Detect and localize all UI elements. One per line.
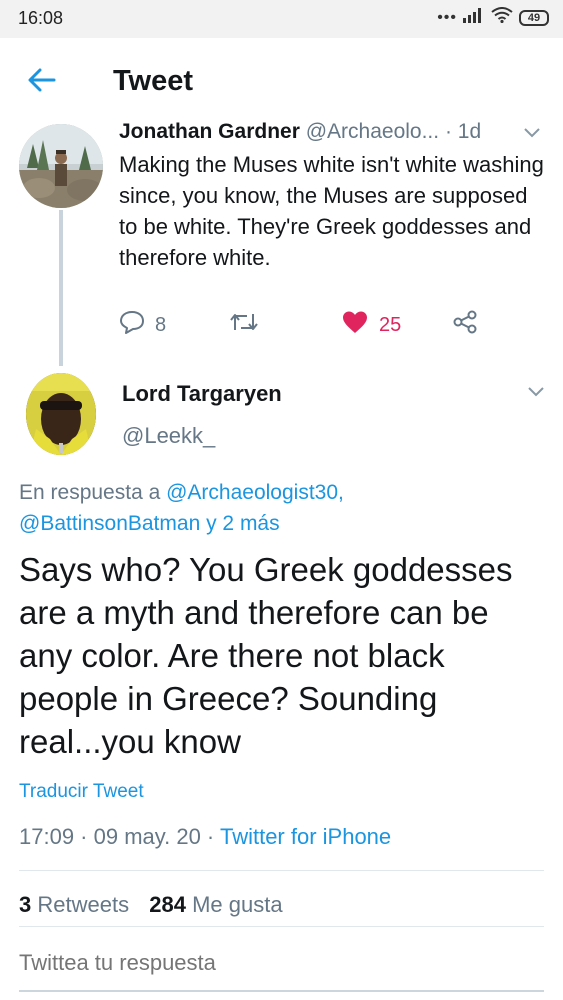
like-button[interactable]: 25 — [341, 310, 401, 340]
parent-tweet[interactable]: Jonathan Gardner @Archaeolo... · 1d Maki… — [0, 114, 563, 374]
tweet-stats: 3 Retweets 284 Me gusta — [19, 892, 283, 918]
reply-underline — [19, 990, 544, 992]
chevron-down-icon[interactable] — [527, 385, 545, 403]
signal-icon — [463, 7, 485, 28]
retweet-button[interactable] — [229, 310, 259, 340]
tweet-text: Making the Muses white isn't white washi… — [119, 152, 544, 270]
status-bar: 16:08 ••• 49 — [0, 0, 563, 38]
reply-count: 8 — [155, 313, 167, 336]
battery-icon: 49 — [519, 9, 549, 26]
reply-mention-link[interactable]: @Archaeologist30 — [166, 481, 338, 504]
thread-line — [59, 210, 63, 366]
translate-link[interactable]: Traducir Tweet — [19, 781, 144, 803]
reply-input[interactable] — [19, 950, 544, 976]
divider — [19, 870, 544, 871]
retweet-icon — [229, 310, 259, 340]
like-count: 25 — [379, 313, 402, 336]
parent-author[interactable]: Jonathan Gardner @Archaeolo... · 1d — [119, 120, 519, 148]
reply-more-link[interactable]: y 2 más — [206, 512, 280, 535]
divider — [19, 926, 544, 927]
likes-stat[interactable]: 284 Me gusta — [149, 892, 282, 917]
header: Tweet — [0, 38, 563, 122]
tweet-text: Says who? You Greek goddesses are a myth… — [19, 551, 513, 760]
avatar[interactable] — [19, 124, 103, 208]
retweets-count: 3 — [19, 892, 32, 917]
source-link[interactable]: Twitter for iPhone — [220, 824, 391, 849]
wifi-icon — [491, 7, 513, 28]
chevron-down-icon[interactable] — [523, 126, 541, 144]
retweets-stat[interactable]: 3 Retweets — [19, 892, 129, 917]
reply-comma: , — [338, 481, 344, 504]
reply-context: En respuesta a @Archaeologist30, @Battin… — [19, 477, 549, 539]
back-button[interactable] — [22, 62, 62, 102]
dots-icon: ••• — [437, 8, 457, 26]
reply-button[interactable]: 8 — [119, 310, 166, 340]
reply-prefix: En respuesta a — [19, 481, 161, 504]
arrow-left-icon — [28, 68, 56, 97]
author-name: Jonathan Gardner — [119, 120, 300, 143]
avatar[interactable] — [26, 373, 96, 455]
likes-label: Me gusta — [192, 892, 283, 917]
author-handle[interactable]: @Leekk_ — [122, 423, 215, 449]
status-time: 16:08 — [18, 8, 64, 28]
tweet-age: · 1d — [444, 120, 482, 143]
share-icon — [452, 310, 478, 340]
likes-count: 284 — [149, 892, 186, 917]
reply-bar — [0, 928, 563, 1000]
page-title: Tweet — [113, 65, 194, 97]
retweets-label: Retweets — [37, 892, 130, 917]
heart-icon — [341, 310, 369, 340]
status-icons: ••• 49 — [437, 7, 549, 28]
tweet-timestamp: 17:09 · 09 may. 20 · Twitter for iPhone — [19, 824, 391, 850]
author-handle: @Archaeolo... — [305, 120, 440, 143]
timestamp-text: 17:09 · 09 may. 20 · — [19, 824, 220, 849]
author-name[interactable]: Lord Targaryen — [122, 381, 282, 407]
share-button[interactable] — [452, 310, 478, 340]
tweet-actions: 8 25 — [119, 310, 499, 340]
reply-icon — [119, 310, 145, 340]
reply-mention-link[interactable]: @BattinsonBatman — [19, 512, 200, 535]
